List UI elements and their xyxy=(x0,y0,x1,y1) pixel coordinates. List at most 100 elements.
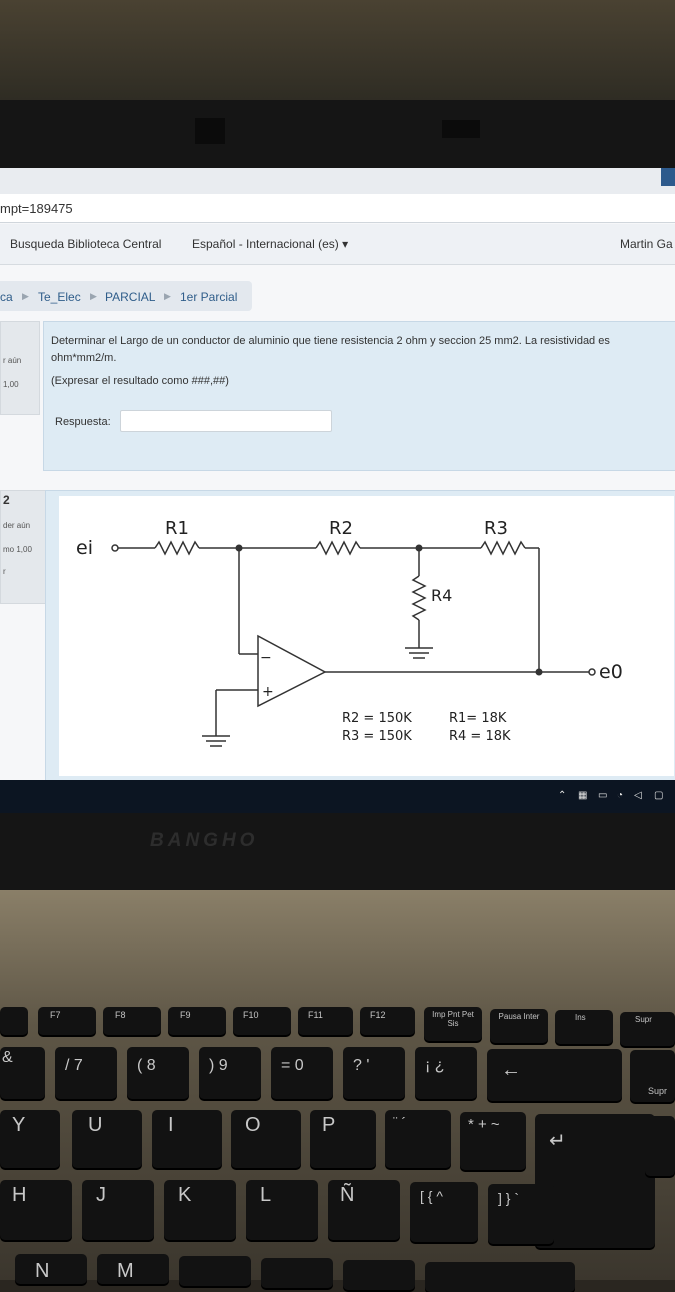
key-print-screen[interactable]: Imp Pnt Pet Sis xyxy=(424,1007,482,1041)
notifications-icon[interactable]: ▢ xyxy=(654,790,663,801)
breadcrumb-item[interactable]: 1er Parcial xyxy=(180,290,237,304)
key-h[interactable]: H xyxy=(0,1180,72,1240)
key-shift-right[interactable] xyxy=(425,1262,575,1292)
key-apostrophe[interactable]: ? ' xyxy=(343,1047,405,1099)
language-menu[interactable]: Español - Internacional (es) ▾ xyxy=(192,237,348,251)
key-0[interactable]: = 0 xyxy=(271,1047,333,1099)
question-text: Determinar el Largo de un conductor de a… xyxy=(51,335,610,347)
key-f12[interactable]: F12 xyxy=(360,1007,415,1035)
resistor-r2 xyxy=(315,540,361,556)
browser-tab-strip xyxy=(0,168,675,195)
key-f11[interactable]: F11 xyxy=(298,1007,353,1035)
question-status: der aún xyxy=(3,521,31,530)
output-terminal xyxy=(588,668,596,676)
bezel-notch-right xyxy=(442,120,480,138)
wifi-icon[interactable]: ◔ xyxy=(617,790,623,801)
r3-label: R3 xyxy=(484,518,508,539)
r1-value: R1= 18K xyxy=(449,711,507,726)
resistor-r4 xyxy=(411,575,427,621)
breadcrumb: ca ▶ Te_Elec ▶ PARCIAL ▶ 1er Parcial xyxy=(0,281,252,311)
key-close-bracket[interactable]: ] } ` xyxy=(488,1184,554,1244)
key-f10[interactable]: F10 xyxy=(233,1007,291,1035)
output-label: e0 xyxy=(599,661,623,683)
window-button[interactable] xyxy=(661,168,675,186)
user-menu[interactable]: Martin Ga xyxy=(620,237,673,251)
key-j[interactable]: J xyxy=(82,1180,154,1240)
question-text-unit: ohm*mm2/m. xyxy=(51,352,117,364)
key-y[interactable]: Y xyxy=(0,1110,60,1168)
key-comma[interactable] xyxy=(179,1256,251,1286)
question-mark: mo 1,00 xyxy=(3,545,32,554)
key-k[interactable]: K xyxy=(164,1180,236,1240)
r4-value: R4 = 18K xyxy=(449,729,511,744)
r2-value: R2 = 150K xyxy=(342,711,412,726)
key-pause[interactable]: Pausa Inter xyxy=(490,1009,548,1043)
question1-info: r aún 1,00 xyxy=(0,321,40,415)
key-f7[interactable]: F7 xyxy=(38,1007,96,1035)
key-insert[interactable]: Ins xyxy=(555,1010,613,1044)
url-text: mpt=189475 xyxy=(0,201,73,216)
battery-icon[interactable]: ▭ xyxy=(598,790,607,801)
key-l[interactable]: L xyxy=(246,1180,318,1240)
key-side[interactable] xyxy=(645,1116,675,1176)
key-7[interactable]: / 7 xyxy=(55,1047,117,1099)
resistor-r1 xyxy=(154,540,200,556)
key-acute[interactable]: ¨ ´ xyxy=(385,1110,451,1168)
flag-question[interactable]: r xyxy=(3,567,6,576)
windows-taskbar: ⌃ ▦ ▭ ◔ ◁ ▢ xyxy=(0,780,675,813)
key-delete-side[interactable]: Supr xyxy=(630,1050,675,1102)
input-terminal xyxy=(111,544,119,552)
key-6[interactable]: & xyxy=(0,1047,45,1099)
key-f8[interactable]: F8 xyxy=(103,1007,161,1035)
key-f6[interactable] xyxy=(0,1007,28,1035)
r3-value: R3 = 150K xyxy=(342,729,412,744)
key-inverted-exclamation[interactable]: ¡ ¿ xyxy=(415,1047,477,1099)
chevron-up-icon[interactable]: ⌃ xyxy=(558,790,566,801)
noninverting-input-sign: + xyxy=(262,684,274,700)
key-8[interactable]: ( 8 xyxy=(127,1047,189,1099)
laptop-screen: mpt=189475 Busqueda Biblioteca Central E… xyxy=(0,168,675,813)
r2-label: R2 xyxy=(329,518,353,539)
key-enye[interactable]: Ñ xyxy=(328,1180,400,1240)
answer-label: Respuesta: xyxy=(55,416,111,428)
key-i[interactable]: I xyxy=(152,1110,222,1168)
node-dot xyxy=(535,668,543,676)
background-wall xyxy=(0,0,675,110)
key-plus[interactable]: * + ~ xyxy=(460,1112,526,1170)
key-p[interactable]: P xyxy=(310,1110,376,1168)
circuit-diagram: ei R1 R2 R3 R4 − + e0 R2 = 150K R3 = 150… xyxy=(59,496,674,776)
address-bar[interactable]: mpt=189475 xyxy=(0,194,675,223)
volume-icon[interactable]: ◁ xyxy=(634,790,642,801)
key-open-bracket[interactable]: [ { ^ xyxy=(410,1182,478,1242)
question2-info: 2 der aún mo 1,00 r xyxy=(0,490,47,604)
answer-input[interactable] xyxy=(120,410,332,432)
key-minus[interactable] xyxy=(343,1260,415,1290)
r4-label: R4 xyxy=(431,586,452,605)
network-icon[interactable]: ▦ xyxy=(578,790,587,801)
site-navbar: Busqueda Biblioteca Central Español - In… xyxy=(0,224,675,265)
laptop-brand-logo: BANGHO xyxy=(150,830,259,851)
key-u[interactable]: U xyxy=(72,1110,142,1168)
key-f9[interactable]: F9 xyxy=(168,1007,226,1035)
resistor-r3 xyxy=(480,540,526,556)
breadcrumb-item[interactable]: ca xyxy=(0,290,13,304)
input-label: ei xyxy=(76,537,93,559)
nav-library-link[interactable]: Busqueda Biblioteca Central xyxy=(10,237,161,251)
key-9[interactable]: ) 9 xyxy=(199,1047,261,1099)
inverting-input-sign: − xyxy=(260,650,272,666)
node-dot xyxy=(235,544,243,552)
bezel-notch-left xyxy=(195,118,225,144)
breadcrumb-separator-icon: ▶ xyxy=(22,291,29,301)
key-delete[interactable]: Supr xyxy=(620,1012,675,1046)
question-status: r aún xyxy=(3,356,22,365)
breadcrumb-separator-icon: ▶ xyxy=(164,291,171,301)
question2-content: ei R1 R2 R3 R4 − + e0 R2 = 150K R3 = 150… xyxy=(45,490,675,782)
breadcrumb-separator-icon: ▶ xyxy=(90,291,97,301)
key-o[interactable]: O xyxy=(231,1110,301,1168)
question-number: 2 xyxy=(3,493,10,507)
breadcrumb-item[interactable]: PARCIAL xyxy=(105,290,155,304)
breadcrumb-item[interactable]: Te_Elec xyxy=(38,290,81,304)
node-dot xyxy=(415,544,423,552)
key-backspace[interactable]: ← xyxy=(487,1049,622,1101)
key-period[interactable] xyxy=(261,1258,333,1288)
